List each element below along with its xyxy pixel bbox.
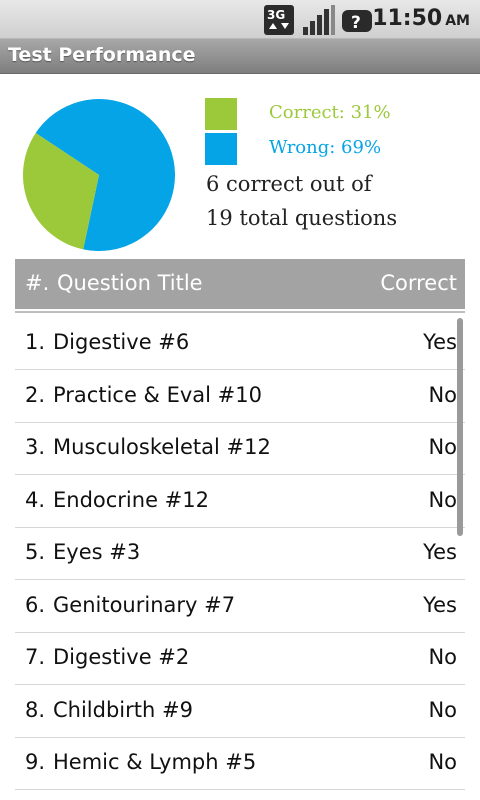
row-question-title: Genitourinary #7	[53, 593, 236, 617]
signal-icon	[303, 5, 335, 39]
row-number: 8.	[25, 698, 46, 722]
row-question-title: Endocrine #12	[53, 488, 209, 512]
summary-total-count: 19 total questions	[206, 206, 398, 230]
svg-text:?: ?	[351, 13, 361, 33]
row-question-title: Digestive #2	[53, 645, 190, 669]
table-row[interactable]: 7. Digestive #2 No	[15, 632, 465, 685]
table-row[interactable]: 6. Genitourinary #7 Yes	[15, 580, 465, 633]
row-correct-value: No	[428, 488, 457, 512]
legend-wrong-swatch	[205, 133, 237, 165]
legend-wrong-label: Wrong: 69%	[269, 137, 382, 158]
table-row[interactable]: 5. Eyes #3 Yes	[15, 527, 465, 580]
row-correct-value: No	[428, 645, 457, 669]
row-number: 9.	[25, 750, 46, 774]
row-correct-value: Yes	[423, 540, 457, 564]
row-number: 3.	[25, 435, 46, 459]
network-3g-icon: 3G	[264, 5, 294, 39]
row-number: 5.	[25, 540, 46, 564]
table-row[interactable]: 1. Digestive #6 Yes	[15, 317, 465, 370]
table-row[interactable]: 8. Childbirth #9 No	[15, 685, 465, 738]
header-divider	[15, 311, 465, 313]
row-question-title: Practice & Eval #10	[53, 383, 262, 407]
row-number: 7.	[25, 645, 46, 669]
page-title: Test Performance	[8, 44, 196, 66]
performance-pie-chart	[22, 98, 176, 251]
row-correct-value: No	[428, 750, 457, 774]
title-bar: Test Performance	[0, 39, 480, 74]
row-correct-value: Yes	[423, 593, 457, 617]
row-question-title: Digestive #6	[53, 330, 190, 354]
row-number: 1.	[25, 330, 46, 354]
row-question-title: Eyes #3	[53, 540, 141, 564]
row-number: 6.	[25, 593, 46, 617]
network-label: 3G	[267, 8, 285, 22]
summary-correct-count: 6 correct out of	[206, 172, 372, 196]
header-question-title: Question Title	[57, 271, 203, 295]
table-row[interactable]: 2. Practice & Eval #10 No	[15, 370, 465, 423]
status-clock: 11:50 AM	[372, 6, 470, 31]
legend-correct-swatch	[205, 98, 237, 130]
header-correct: Correct	[380, 271, 457, 295]
status-bar: 3G ? 11:50 AM	[0, 0, 480, 39]
row-question-title: Childbirth #9	[53, 698, 193, 722]
table-row[interactable]: 3. Musculoskeletal #12 No	[15, 422, 465, 475]
table-header: #. Question Title Correct	[15, 259, 465, 309]
battery-unknown-icon: ?	[342, 5, 374, 39]
row-number: 4.	[25, 488, 46, 512]
table-row[interactable]: 9. Hemic & Lymph #5 No	[15, 737, 465, 790]
row-correct-value: No	[428, 698, 457, 722]
row-correct-value: Yes	[423, 330, 457, 354]
clock-ampm: AM	[445, 13, 470, 29]
clock-time: 11:50	[372, 6, 443, 31]
header-number: #.	[25, 271, 50, 295]
row-correct-value: No	[428, 435, 457, 459]
row-correct-value: No	[428, 383, 457, 407]
row-question-title: Musculoskeletal #12	[53, 435, 271, 459]
row-question-title: Hemic & Lymph #5	[53, 750, 257, 774]
legend-correct-label: Correct: 31%	[269, 102, 391, 123]
table-row[interactable]: 4. Endocrine #12 No	[15, 475, 465, 528]
row-number: 2.	[25, 383, 46, 407]
list-scrollbar[interactable]	[457, 318, 463, 536]
